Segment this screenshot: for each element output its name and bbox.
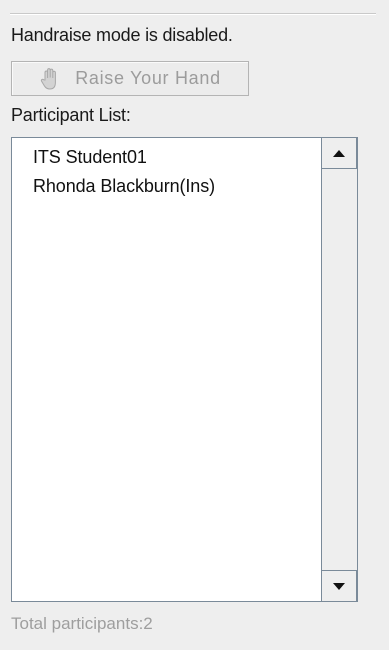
arrow-up-icon bbox=[333, 149, 345, 157]
vertical-scrollbar[interactable] bbox=[321, 138, 357, 601]
raise-hand-button-label: Raise Your Hand bbox=[75, 68, 221, 88]
scroll-up-button[interactable] bbox=[322, 138, 357, 169]
participant-list-item[interactable]: Rhonda Blackburn(Ins) bbox=[12, 172, 321, 201]
participant-list-title: Participant List: bbox=[11, 105, 131, 125]
total-participants-text: Total participants:2 bbox=[11, 614, 153, 633]
handraise-status-text: Handraise mode is disabled. bbox=[11, 25, 233, 45]
top-divider bbox=[10, 13, 376, 15]
hand-icon bbox=[39, 67, 61, 91]
raise-hand-button[interactable]: Raise Your Hand bbox=[11, 61, 249, 96]
participant-list-item[interactable]: ITS Student01 bbox=[12, 143, 321, 172]
scroll-down-button[interactable] bbox=[322, 570, 357, 601]
participant-list[interactable]: ITS Student01 Rhonda Blackburn(Ins) bbox=[11, 137, 358, 602]
participant-list-rows: ITS Student01 Rhonda Blackburn(Ins) bbox=[12, 138, 321, 601]
arrow-down-icon bbox=[333, 582, 345, 590]
